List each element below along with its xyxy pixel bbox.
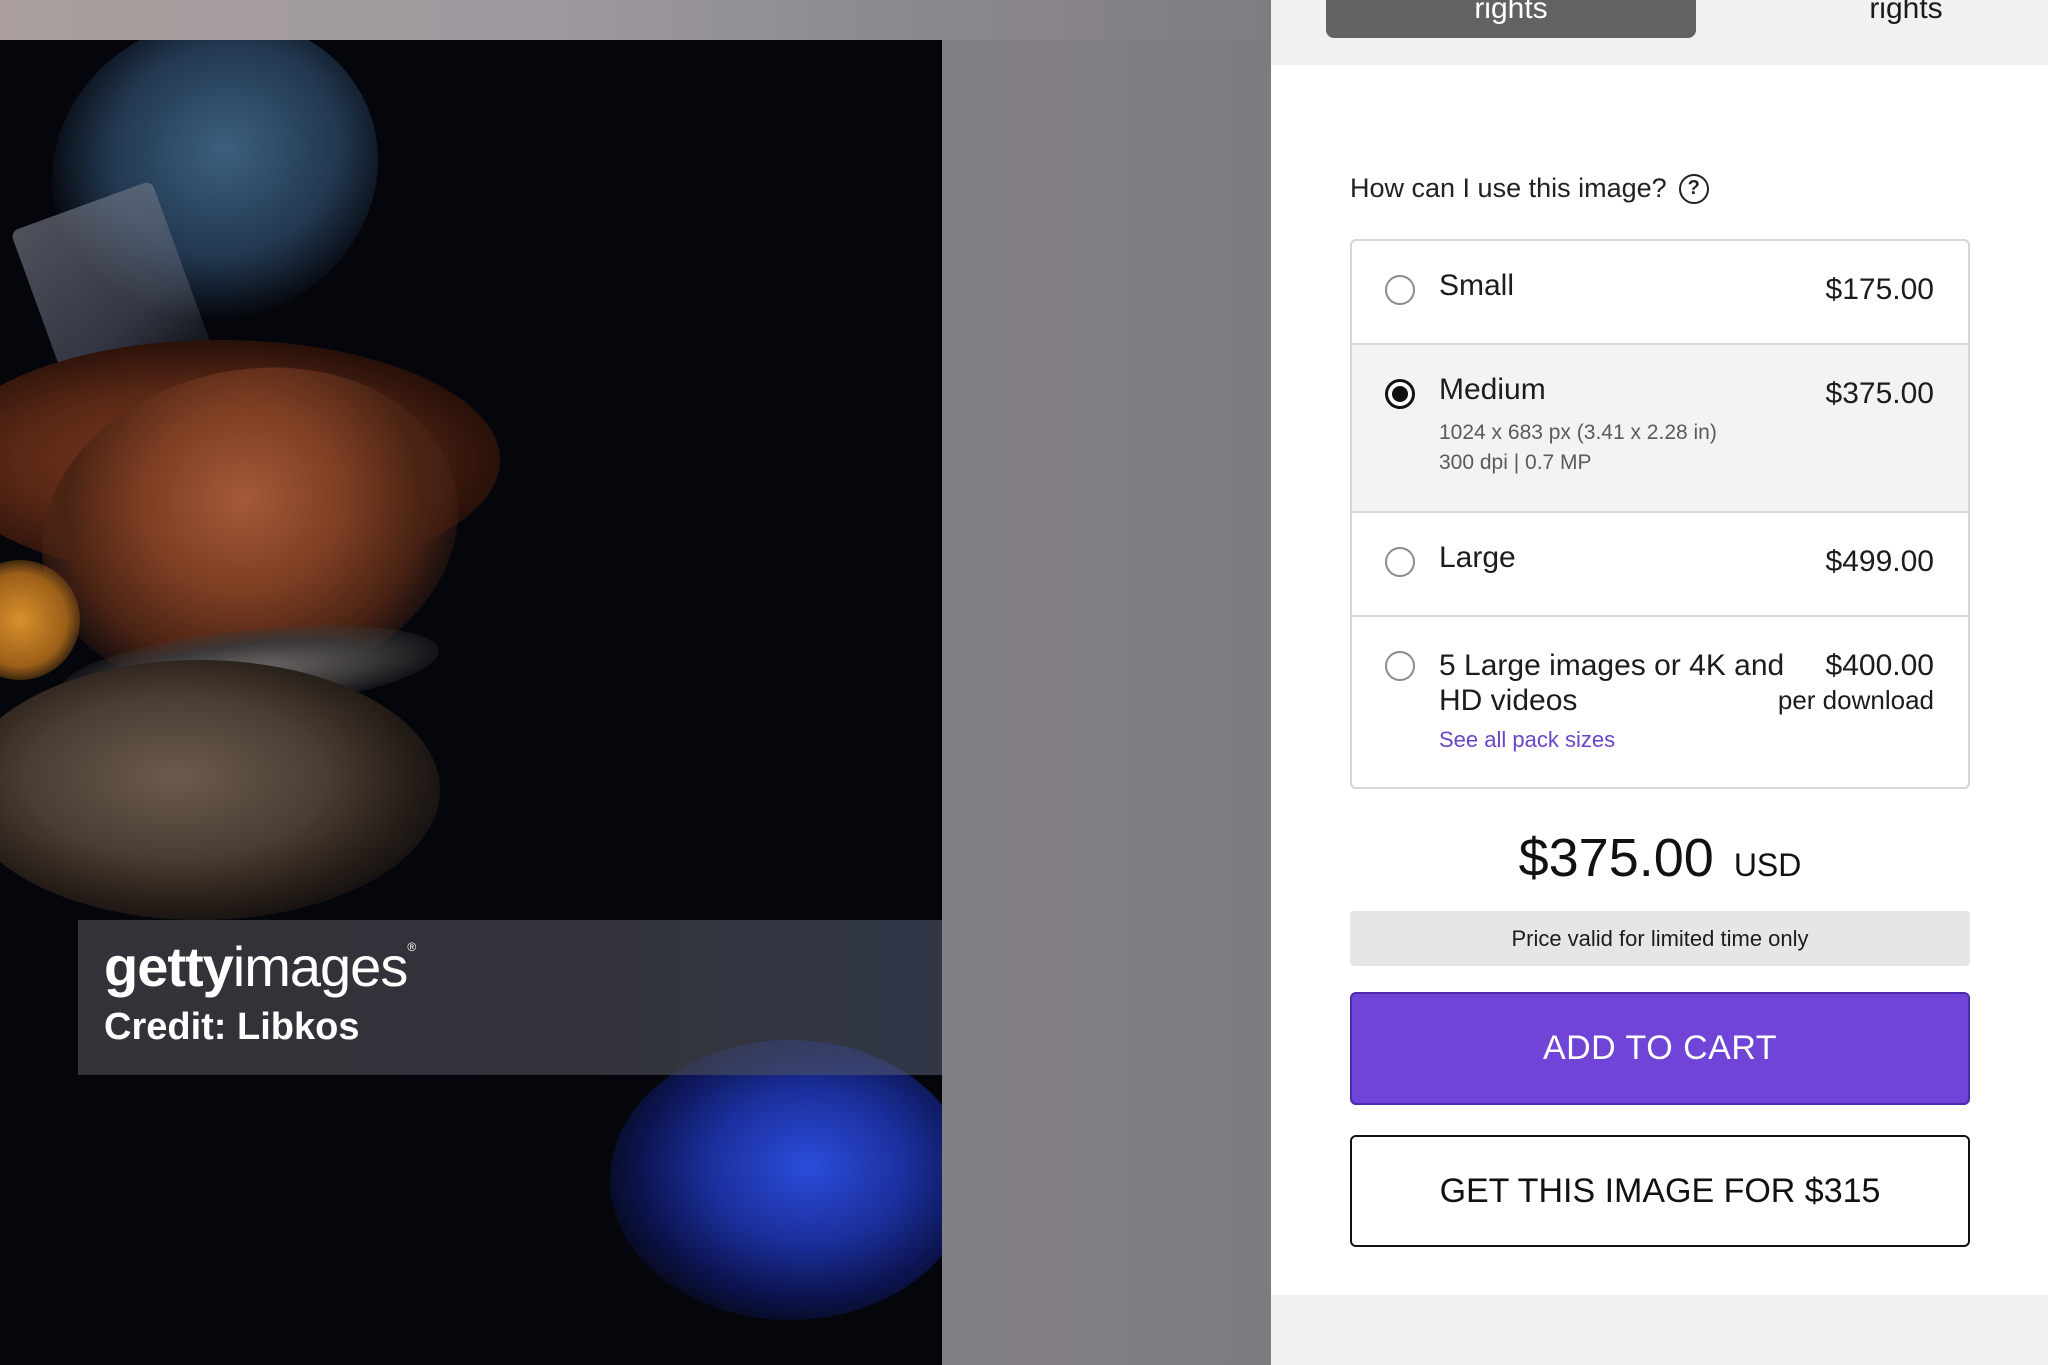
get-image-discount-button[interactable]: GET THIS IMAGE FOR $315 — [1350, 1135, 1970, 1247]
image-region-blue-light — [610, 1040, 942, 1320]
option-pack[interactable]: 5 Large images or 4K and HD videos $400.… — [1352, 617, 1968, 787]
option-small-price: $175.00 — [1825, 273, 1934, 306]
option-medium[interactable]: Medium $375.00 1024 x 683 px (3.41 x 2.2… — [1352, 345, 1968, 513]
usage-question: How can I use this image? ? — [1350, 173, 1709, 204]
see-all-pack-sizes-link[interactable]: See all pack sizes — [1439, 727, 1615, 753]
getty-images-logo: gettyimages® — [104, 934, 416, 999]
option-pack-per-download: per download — [1777, 685, 1934, 715]
image-region-cloth — [0, 660, 440, 920]
option-small-label: Small — [1439, 269, 1515, 302]
purchase-panel: rights rights How can I use this image? … — [1271, 0, 2048, 1365]
preview-backdrop-glow — [940, 0, 1270, 1365]
option-large-price: $499.00 — [1825, 545, 1934, 578]
option-pack-label-line1: 5 Large images or 4K and — [1439, 649, 1785, 682]
logo-light-text: images — [232, 935, 409, 998]
radio-small[interactable] — [1385, 275, 1415, 305]
option-large[interactable]: Large $499.00 — [1352, 513, 1968, 617]
option-large-label: Large — [1439, 541, 1516, 574]
option-pack-price: $400.00 — [1825, 649, 1934, 682]
add-to-cart-button[interactable]: ADD TO CART — [1350, 992, 1970, 1105]
option-small[interactable]: Small $175.00 — [1352, 241, 1968, 345]
usage-question-label: How can I use this image? — [1350, 173, 1667, 203]
option-medium-resolution: 300 dpi | 0.7 MP — [1439, 451, 1592, 474]
total-amount: $375.00 — [1518, 828, 1714, 888]
pricing-card: How can I use this image? ? Small $175.0… — [1271, 65, 2048, 1295]
tab-rights[interactable]: rights — [1771, 0, 2041, 38]
total-currency: USD — [1733, 847, 1802, 883]
page: gettyimages® Credit: Libkos rights right… — [0, 0, 2048, 1365]
radio-large[interactable] — [1385, 547, 1415, 577]
tab-rights-active[interactable]: rights — [1326, 0, 1696, 38]
option-medium-price: $375.00 — [1825, 377, 1934, 410]
total-price: $375.00 USD — [1350, 827, 1970, 889]
preview-image — [0, 40, 942, 1365]
price-validity-note: Price valid for limited time only — [1350, 911, 1970, 966]
option-medium-dimensions: 1024 x 683 px (3.41 x 2.28 in) — [1439, 421, 1717, 444]
radio-pack[interactable] — [1385, 651, 1415, 681]
logo-bold-text: getty — [104, 935, 234, 998]
radio-medium[interactable] — [1385, 379, 1415, 409]
help-icon[interactable]: ? — [1678, 173, 1709, 204]
size-options: Small $175.00 Medium $375.00 1024 x 683 … — [1350, 239, 1970, 789]
registered-mark: ® — [407, 940, 416, 954]
option-pack-label-line2: HD videos — [1439, 684, 1578, 717]
option-medium-label: Medium — [1439, 373, 1546, 406]
image-credit: Credit: Libkos — [104, 1006, 360, 1048]
